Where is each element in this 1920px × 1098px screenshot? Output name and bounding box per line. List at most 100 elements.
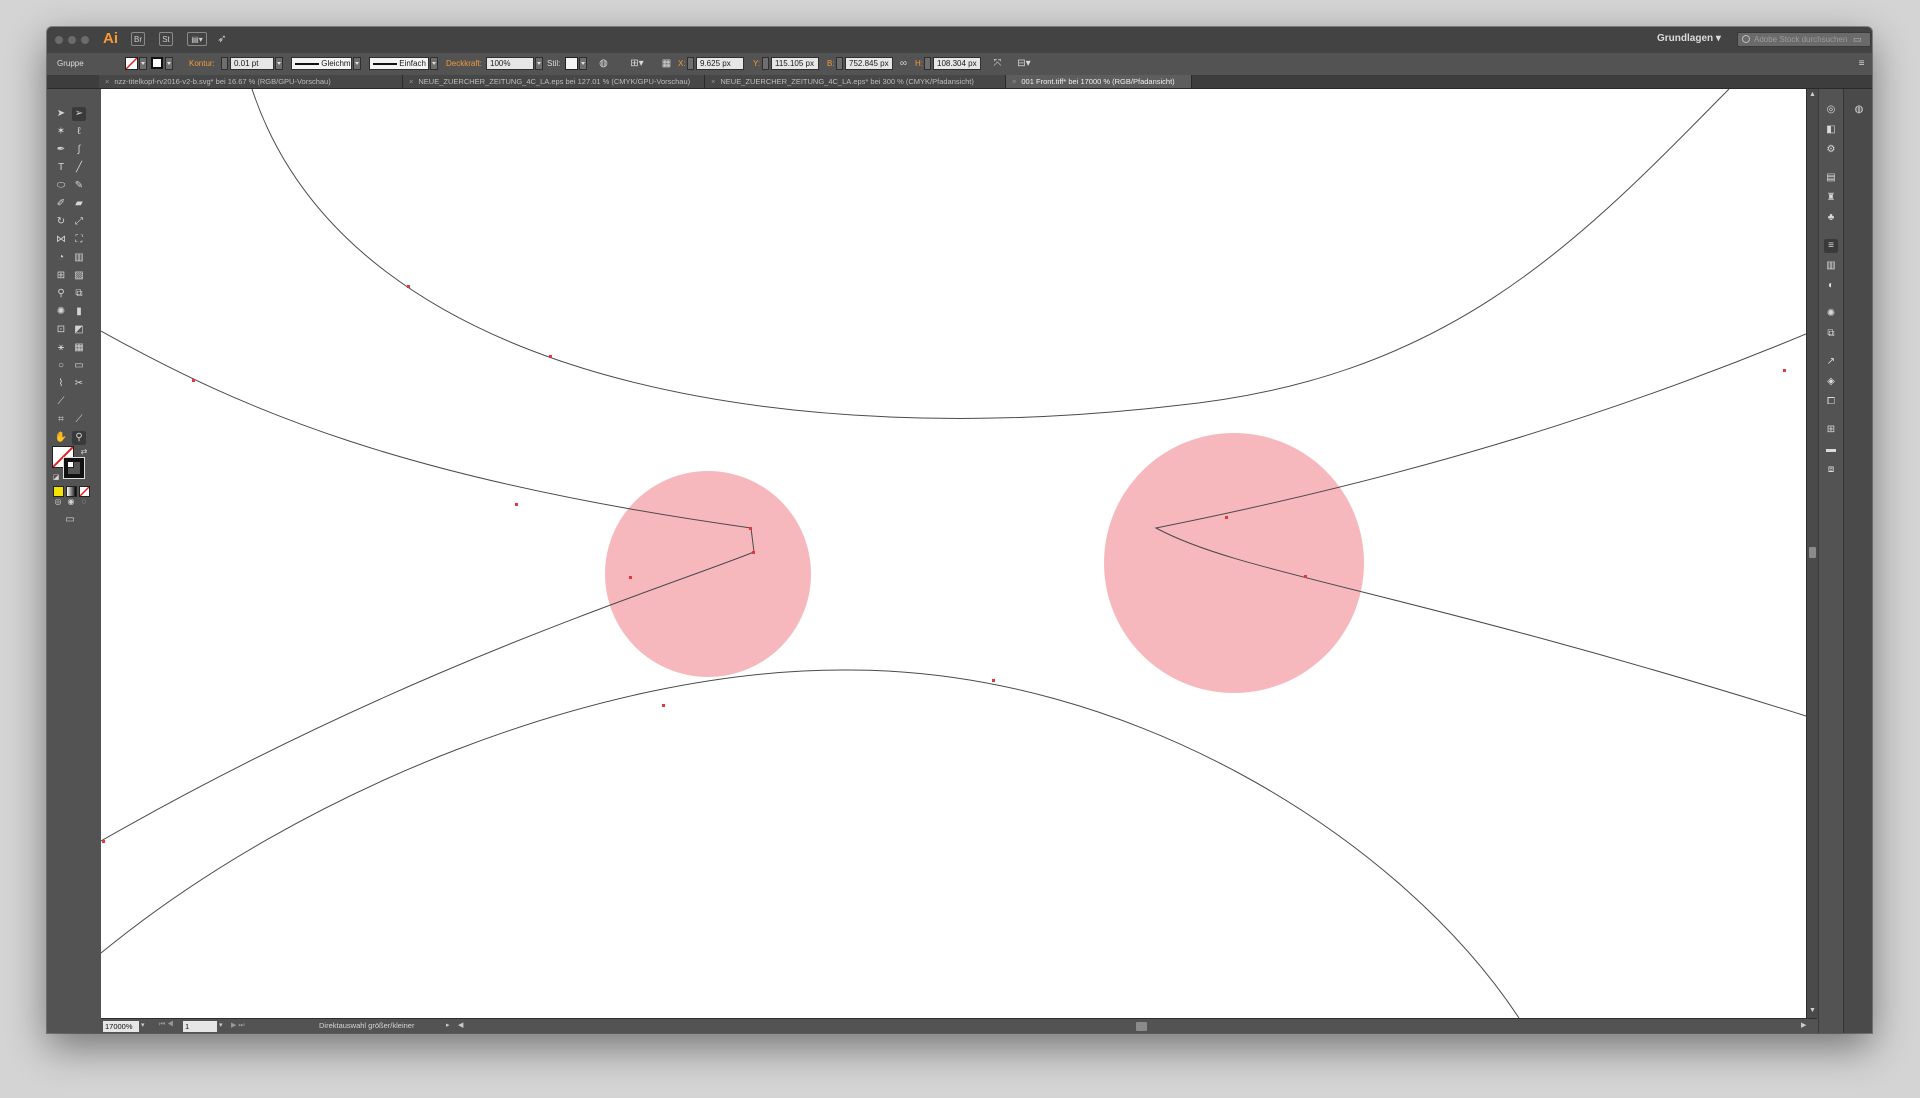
anchor-point[interactable] [629,576,632,579]
vertical-scrollbar[interactable]: ▲ ▼ [1806,89,1818,1018]
brushes-icon[interactable]: ♜ [1824,191,1838,205]
graph-tool-icon[interactable]: ▦ [72,341,86,355]
x-field[interactable]: 9.625 px [696,57,744,70]
puppet-warp-tool-icon[interactable]: ⚹ [54,341,68,355]
path-bottom-arc[interactable] [101,669,1520,1018]
transform-icon[interactable]: ⤧ [991,57,1004,70]
paintbrush-tool-icon[interactable]: ✎ [72,179,86,193]
magic-wand-tool-icon[interactable]: ✶ [54,125,68,139]
close-icon[interactable]: × [409,77,413,86]
artboard-nav-first-icon[interactable]: ⏮ ◀ [159,1021,174,1029]
ellipse-tool-icon[interactable]: ⬭ [54,179,68,193]
ellipse-shape-tool-icon[interactable]: ○ [54,359,68,373]
artboard-number-field[interactable]: 1 [183,1021,217,1032]
profile-dropdown[interactable] [353,57,361,70]
isolate-options-icon[interactable]: ⊟▾ [1013,57,1035,70]
slice-tool-icon[interactable]: ◩ [72,323,86,337]
default-colors-icon[interactable]: ◪ [49,471,63,485]
workspace-switcher[interactable]: Grundlagen ▾ [1657,33,1721,44]
horizontal-scroll-thumb[interactable] [1136,1022,1147,1031]
tab-document-2[interactable]: × NEUE_ZUERCHER_ZEITUNG_4C_LA.eps bei 127… [403,75,705,88]
rotate-tool-icon[interactable]: ↻ [54,215,68,229]
anchor-point[interactable] [192,379,195,382]
scroll-down-icon[interactable]: ▼ [1809,1007,1816,1014]
control-bar-menu-icon[interactable]: ≡ [1855,57,1868,70]
transform-panel-icon[interactable]: ▬ [1824,443,1838,457]
anchor-point[interactable] [1783,369,1786,372]
graphic-styles-icon[interactable]: ▤ [1824,171,1838,185]
blend-tool-icon[interactable]: ⧉ [72,287,86,301]
anchor-point[interactable] [1225,516,1228,519]
anchor-point[interactable] [1304,575,1307,578]
scale-tool-icon[interactable]: ⤢ [72,215,86,229]
send-icon[interactable]: ➶ [215,32,229,46]
column-graph-tool-icon[interactable]: ▮ [72,305,86,319]
anchor-point[interactable] [662,704,665,707]
swap-fill-stroke-icon[interactable]: ⇄ [77,445,91,459]
zoom-dropdown-icon[interactable]: ▾ [141,1021,145,1029]
link-icon[interactable]: ∞ [897,57,910,70]
scissors-tool-icon[interactable]: ✂ [72,377,86,391]
eyedropper-tool-icon[interactable]: ⚲ [54,287,68,301]
image-trace-icon[interactable]: ⚙ [1824,143,1838,157]
pathfinder-icon[interactable]: ⧈ [1824,463,1838,477]
opacity-field[interactable]: 100% [486,57,534,70]
links-icon[interactable]: ↗ [1824,355,1838,369]
artboards-icon[interactable]: ⧠ [1824,395,1838,409]
anchor-point[interactable] [549,355,552,358]
reference-point-icon[interactable]: ▦ [660,57,673,70]
layers-icon[interactable]: ◈ [1824,375,1838,389]
transparency-icon[interactable]: ◐ [1824,279,1838,293]
color-panel-icon[interactable]: ◍ [1852,103,1866,117]
close-icon[interactable]: × [1012,77,1016,86]
style-dropdown[interactable] [579,57,587,70]
zoom-window-button[interactable] [81,36,89,44]
stroke-swatch[interactable] [63,457,85,479]
hand-tool-icon[interactable]: ✋ [54,431,68,445]
tab-document-4[interactable]: × 001 Front.tiff* bei 17000 % (RGB/Pfadan… [1006,75,1192,88]
shaper-tool-icon[interactable]: ✐ [54,197,68,211]
minimize-window-button[interactable] [68,36,76,44]
y-stepper[interactable] [762,57,769,70]
stroke-panel-icon[interactable]: ≡ [1824,239,1838,253]
recolor-artwork-icon[interactable]: ◍ [597,57,610,70]
align-panel-icon[interactable]: ⊞ [1824,423,1838,437]
line-tool-icon[interactable]: ╱ [72,161,86,175]
zoom-tool-icon[interactable]: ⚲ [72,431,86,445]
arrange-documents-icon[interactable]: ▤▾ [187,32,207,46]
brush-dropdown[interactable] [430,57,438,70]
appearance-icon[interactable]: ✺ [1824,307,1838,321]
screen-mode-icon[interactable]: ▭ [63,513,77,527]
vertical-scroll-thumb[interactable] [1809,547,1816,558]
artboard-canvas[interactable] [101,89,1806,1018]
anchor-point[interactable] [407,285,410,288]
artboard-select-tool-icon[interactable]: ⌗ [54,413,68,427]
mesh-tool-icon[interactable]: ⊞ [54,269,68,283]
x-stepper[interactable] [687,57,694,70]
close-icon[interactable]: × [711,77,715,86]
height-field[interactable]: 108.304 px [933,57,981,70]
variable-width-profile[interactable]: Gleichm. [291,57,352,70]
stock-search-input[interactable]: Adobe Stock durchsuchen [1737,32,1871,47]
stroke-dropdown[interactable] [165,57,173,70]
scroll-left-icon[interactable]: ◀ [458,1021,463,1029]
draw-behind-icon[interactable]: ◉ [64,495,78,509]
anchor-point[interactable] [992,679,995,682]
stroke-weight-dropdown[interactable] [275,57,283,70]
zoom-field[interactable]: 17000% [103,1021,139,1032]
close-icon[interactable]: × [105,77,109,86]
stroke-label[interactable]: Kontur: [189,58,215,70]
opacity-label[interactable]: Deckkraft: [446,58,482,70]
pen-tool-icon[interactable]: ✒ [54,143,68,157]
fill-dropdown[interactable] [139,57,147,70]
tab-document-1[interactable]: × nzz-titelkopf-rv2016-v2-b.svg* bei 16.6… [99,75,403,88]
eraser-tool-icon[interactable]: ▰ [72,197,86,211]
align-options-icon[interactable]: ⊞▾ [627,57,647,70]
anchor-point[interactable] [749,527,752,530]
direct-selection-tool-icon[interactable]: ➢ [72,107,86,121]
draw-normal-icon[interactable]: ◎ [51,495,65,509]
bridge-button[interactable]: Br [131,32,145,46]
draw-inside-icon[interactable]: ◌ [77,495,91,509]
graphic-style-swatch[interactable] [565,57,578,70]
anchor-point[interactable] [515,503,518,506]
